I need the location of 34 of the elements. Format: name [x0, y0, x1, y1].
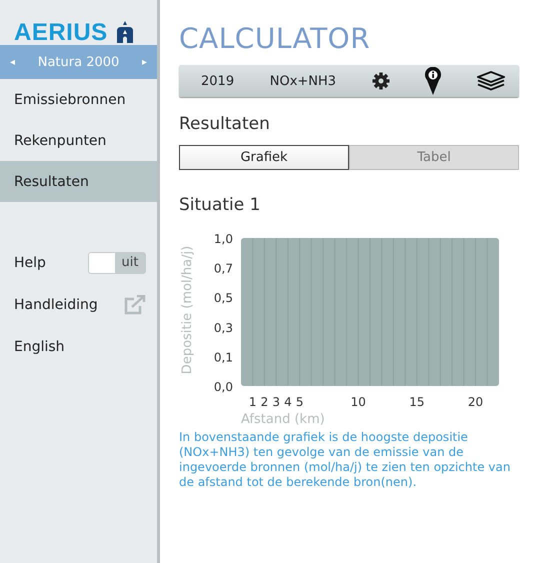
settings-icon[interactable]: [372, 72, 390, 90]
nav-item[interactable]: Emissiebronnen: [0, 79, 157, 120]
tick-label: 0,5: [214, 291, 233, 306]
tick-label: 15: [409, 395, 425, 409]
sidebar-link[interactable]: English: [14, 339, 65, 355]
chart-description: In bovenstaande grafiek is de hoogste depositie (NOx+NH3) ten gevolge van de emissie van de ingevoerde bronnen (mol/ha/j) te zien ten opzichte van de afstand tot de berekende bron(nen).: [179, 430, 512, 490]
tick-label: 3: [272, 395, 280, 409]
situation-title: Situatie 1: [179, 195, 262, 215]
tick-label: 4: [284, 395, 292, 409]
tick-label: 20: [468, 395, 484, 409]
nav-item[interactable]: Resultaten: [0, 161, 157, 202]
tick-label: 5: [296, 395, 304, 409]
tab[interactable]: Grafiek: [179, 145, 349, 170]
tick-label: 0,0: [214, 380, 233, 394]
year-selector[interactable]: 2019: [201, 74, 234, 88]
layers-icon[interactable]: [476, 71, 505, 91]
help-toggle[interactable]: uit: [88, 252, 146, 274]
tick-label: 10: [350, 395, 366, 409]
tick-label: 2: [260, 395, 268, 409]
logo-text: AERIUS: [14, 18, 108, 46]
app-title: CALCULATOR: [179, 22, 372, 55]
axis-label: Afstand (km): [241, 412, 325, 426]
tick-label: 0,1: [214, 350, 233, 364]
map-pin-info-icon[interactable]: [425, 67, 442, 95]
tick-label: 1: [248, 395, 257, 409]
nav-item[interactable]: Rekenpunten: [0, 120, 157, 161]
tick-label: 0,7: [214, 262, 233, 276]
tick-label: 1,0: [214, 232, 233, 246]
tick-label: 0,3: [214, 320, 233, 335]
section-title: Resultaten: [179, 114, 271, 134]
substance-selector[interactable]: NOx+NH3: [270, 74, 336, 88]
help-label: Help: [14, 255, 46, 271]
sidebar-link[interactable]: Handleiding: [14, 297, 98, 313]
axis-label: Depositie (mol/ha/j): [180, 246, 195, 374]
